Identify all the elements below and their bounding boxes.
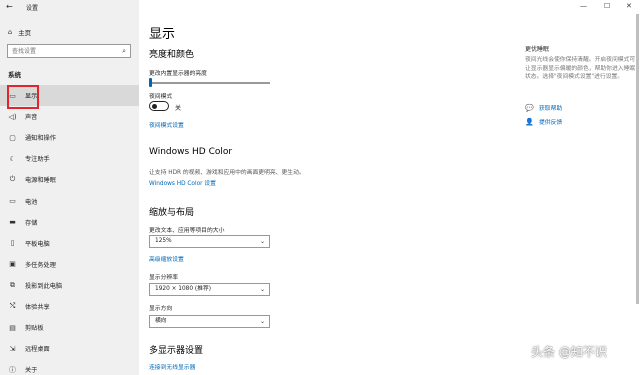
- night-light-settings-link[interactable]: 夜间模式设置: [149, 120, 184, 129]
- sidebar-nav: ▭ 显示 ◁) 声音 ▢ 通知和操作 ☾ 专注助手 ⏻ 电源和睡眠 ▭ 电池 ▬…: [0, 85, 139, 375]
- close-button[interactable]: ✕: [626, 2, 632, 10]
- notification-icon: ▢: [9, 133, 16, 142]
- sidebar-item-notifications[interactable]: ▢ 通知和操作: [0, 127, 139, 148]
- multitask-icon: ▣: [9, 260, 16, 269]
- sidebar-item-projecting[interactable]: ⧉ 投影到此电脑: [0, 275, 139, 296]
- sidebar-item-label: 存储: [25, 219, 38, 227]
- sidebar-item-label: 电源和睡眠: [25, 177, 56, 185]
- search-input[interactable]: [8, 45, 108, 57]
- wireless-display-link[interactable]: 连接到无线显示器: [149, 362, 195, 371]
- sidebar-item-label: 多任务处理: [25, 261, 56, 269]
- sidebar-item-sound[interactable]: ◁) 声音: [0, 106, 139, 127]
- brightness-slider-thumb[interactable]: [149, 78, 152, 87]
- feedback-icon: 👤: [525, 117, 534, 126]
- chevron-down-icon: ⌄: [259, 286, 265, 293]
- get-help-label: 获取帮助: [539, 106, 563, 112]
- home-icon: ⌂: [8, 28, 13, 36]
- resolution-label: 显示分辨率: [149, 275, 178, 281]
- hdr-description: 让支持 HDR 的视频、游戏和应用中的画面更明亮、更生动。: [149, 170, 305, 176]
- chevron-down-icon: ⌄: [259, 238, 265, 245]
- text-size-value: 125%: [155, 238, 172, 244]
- sidebar-item-label: 剪贴板: [25, 325, 44, 333]
- project-icon: ⧉: [10, 280, 15, 289]
- scale-heading: 缩放与布局: [149, 208, 195, 218]
- sidebar-item-battery[interactable]: ▭ 电池: [0, 190, 139, 211]
- brightness-heading: 亮度和颜色: [149, 50, 195, 60]
- search-icon[interactable]: ⌕: [122, 47, 126, 56]
- resolution-select[interactable]: 1920 × 1080 (推荐) ⌄: [149, 283, 270, 296]
- scrollbar[interactable]: [636, 14, 639, 304]
- night-light-label: 夜间模式: [149, 94, 173, 100]
- tip-text: 夜间光线会使你保持清醒。开启夜间模式可让显示器显示偏暖的颜色，帮助你进入睡眠状态…: [525, 57, 636, 80]
- battery-icon: ▭: [9, 197, 16, 206]
- sidebar-item-label: 专注助手: [25, 156, 50, 164]
- page-title: 显示: [149, 27, 176, 42]
- app-title: 设置: [26, 5, 39, 12]
- share-icon: ⤭: [9, 301, 16, 310]
- multi-display-heading: 多显示器设置: [149, 346, 204, 356]
- sidebar-item-storage[interactable]: ▬ 存储: [0, 212, 139, 233]
- toggle-knob: [152, 103, 157, 109]
- maximize-button[interactable]: ☐: [604, 2, 610, 10]
- clipboard-icon: ▤: [9, 323, 16, 332]
- sidebar-item-label: 声音: [25, 114, 38, 122]
- sidebar-item-power[interactable]: ⏻ 电源和睡眠: [0, 169, 139, 190]
- sidebar-item-label: 投影到此电脑: [25, 282, 63, 290]
- tip-title: 更优睡眠: [525, 46, 550, 53]
- arrow-left-icon[interactable]: ←: [6, 2, 13, 11]
- sidebar-item-focus-assist[interactable]: ☾ 专注助手: [0, 148, 139, 169]
- sidebar-item-label: 远程桌面: [25, 346, 50, 354]
- text-size-select[interactable]: 125% ⌄: [149, 235, 270, 248]
- sidebar-item-about[interactable]: ⓘ 关于: [0, 359, 139, 375]
- give-feedback-label: 提供反馈: [539, 120, 563, 126]
- sidebar-item-remote-desktop[interactable]: ⇲ 远程桌面: [0, 338, 139, 359]
- resolution-value: 1920 × 1080 (推荐): [155, 286, 212, 292]
- night-light-toggle[interactable]: [149, 101, 169, 111]
- chevron-down-icon: ⌄: [259, 318, 265, 325]
- chat-help-icon: 💬: [525, 103, 534, 112]
- sidebar-item-label: 电池: [25, 198, 38, 206]
- title-bar: ← 设置 — ☐ ✕: [0, 0, 640, 14]
- sidebar-item-label: 关于: [25, 367, 38, 375]
- tablet-icon: ▯: [10, 239, 15, 248]
- home-label: 主页: [18, 29, 32, 37]
- sidebar-item-label: 体验共享: [25, 303, 50, 311]
- info-icon: ⓘ: [9, 365, 16, 374]
- night-light-state: 关: [175, 105, 182, 112]
- search-box[interactable]: ⌕: [7, 44, 131, 58]
- sidebar-item-tablet[interactable]: ▯ 平板电脑: [0, 233, 139, 254]
- get-help-link[interactable]: 💬 获取帮助: [525, 103, 563, 113]
- watermark: 头条 @知不识: [531, 345, 607, 359]
- orientation-label: 显示方向: [149, 306, 173, 312]
- orientation-select[interactable]: 横向 ⌄: [149, 315, 270, 328]
- sidebar-item-shared[interactable]: ⤭ 体验共享: [0, 296, 139, 317]
- section-label: 系统: [8, 71, 21, 79]
- sidebar-item-clipboard[interactable]: ▤ 剪贴板: [0, 317, 139, 338]
- give-feedback-link[interactable]: 👤 提供反馈: [525, 117, 563, 127]
- remote-desktop-icon: ⇲: [9, 344, 16, 353]
- sidebar-item-label: 平板电脑: [25, 240, 50, 248]
- speaker-icon: ◁): [8, 112, 17, 121]
- home-link[interactable]: ⌂ 主页: [8, 27, 31, 37]
- orientation-value: 横向: [155, 318, 167, 324]
- power-icon: ⏻: [9, 175, 16, 184]
- minimize-button[interactable]: —: [580, 2, 587, 10]
- text-size-label: 更改文本、应用等项目的大小: [149, 228, 225, 234]
- sidebar-item-multitasking[interactable]: ▣ 多任务处理: [0, 254, 139, 275]
- hdr-heading: Windows HD Color: [149, 147, 233, 157]
- brightness-slider-label: 更改内置显示器的亮度: [149, 71, 207, 77]
- selection-highlight: [7, 85, 39, 109]
- moon-icon: ☾: [9, 154, 16, 163]
- hdr-settings-link[interactable]: Windows HD Color 设置: [149, 178, 216, 187]
- brightness-slider-track[interactable]: [150, 82, 270, 84]
- storage-icon: ▬: [9, 218, 16, 227]
- sidebar-item-label: 通知和操作: [25, 135, 56, 143]
- advanced-scaling-link[interactable]: 高级缩放设置: [149, 254, 184, 263]
